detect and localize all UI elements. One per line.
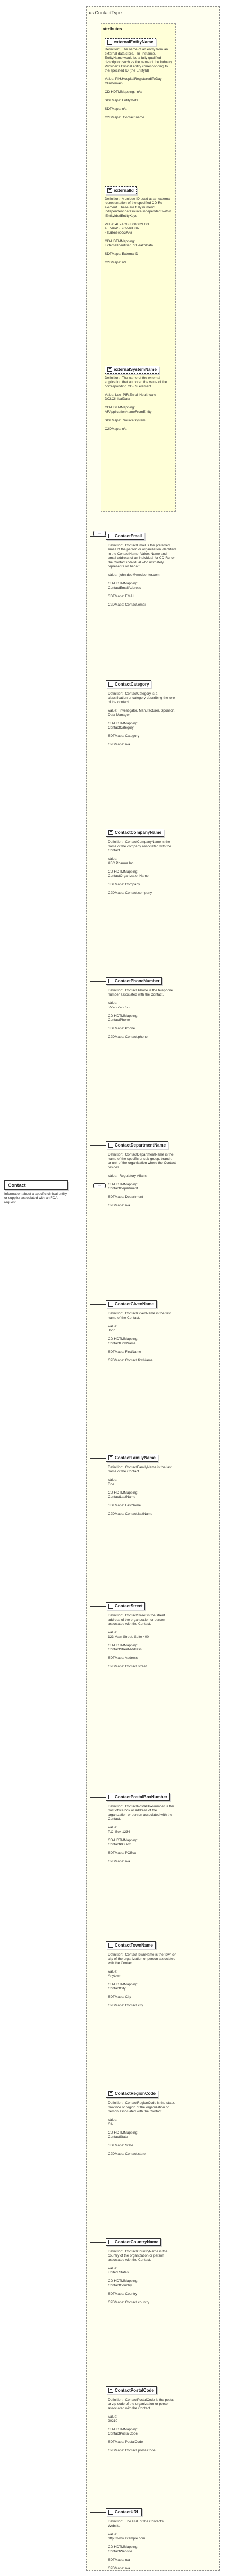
element-contactcategory[interactable]: + ContactCategory — [106, 680, 152, 689]
sequence-icon: ··· — [93, 1183, 106, 1188]
element-contactpostalboxnumber[interactable]: + ContactPostalBoxNumber — [106, 1793, 170, 1801]
expand-icon[interactable]: + — [108, 682, 113, 687]
element-contactphonenumber[interactable]: + ContactPhoneNumber — [106, 977, 162, 985]
expand-icon[interactable]: + — [108, 1455, 113, 1461]
element-doc: Definition: The URL of the Contact's Web… — [108, 2520, 164, 2570]
element-doc: Definition: ContactCategory is a classif… — [108, 692, 175, 747]
expand-icon[interactable]: + — [107, 367, 112, 372]
element-doc: Definition: ContactDepartmentName is the… — [108, 1153, 176, 1207]
element-doc: Definition: ContactGivenName is the firs… — [108, 1312, 171, 1362]
attribute-doc: Definition: The name of an entity from a… — [105, 48, 172, 119]
type-label: xs:ContactType — [89, 10, 122, 15]
element-doc: Definition: ContactStreet is the street … — [108, 1614, 165, 1668]
element-contacturl[interactable]: + ContactURL — [106, 2508, 142, 2517]
element-doc: Definition: Contact Phone is the telepho… — [108, 989, 174, 1039]
element-connector — [90, 2512, 106, 2513]
element-doc: Definition: ContactCountryName is the co… — [108, 2250, 168, 2304]
expand-icon[interactable]: + — [108, 1943, 113, 1948]
expand-icon[interactable]: + — [108, 2091, 113, 2097]
element-doc: Definition: ContactPostalBoxNumber is th… — [108, 1805, 174, 1863]
element-connector — [90, 1797, 106, 1798]
attribute-external-system-name[interactable]: + externalSystemName — [105, 366, 159, 374]
element-connector — [90, 1606, 106, 1607]
element-doc: Definition: ContactEmail is the preferre… — [108, 544, 176, 607]
element-doc: Definition: ContactTownName is the town … — [108, 1953, 176, 2007]
expand-icon[interactable]: + — [108, 534, 113, 539]
expand-icon[interactable]: + — [108, 2240, 113, 2245]
element-connector — [90, 2242, 106, 2243]
element-contactpostalcode[interactable]: + ContactPostalCode — [106, 2386, 157, 2395]
element-contactemail[interactable]: + ContactEmail — [106, 532, 145, 540]
element-contactfamilyname[interactable]: + ContactFamilyName — [106, 1454, 158, 1462]
root-doc: Information about a specific clinical en… — [4, 1192, 67, 1204]
element-contacttownname[interactable]: + ContactTownName — [106, 1941, 156, 1950]
attribute-external-entity-name[interactable]: + externalEntityName — [105, 38, 156, 47]
element-connector — [90, 1458, 106, 1459]
expand-icon[interactable]: + — [108, 1795, 113, 1800]
element-doc: Definition: ContactPostalCode is the pos… — [108, 2398, 175, 2453]
element-doc: Definition: ContactFamilyName is the las… — [108, 1465, 172, 1516]
attribute-doc: Definition: The name of the external app… — [105, 376, 167, 431]
expand-icon[interactable]: + — [108, 2388, 113, 2393]
expand-icon[interactable]: + — [108, 830, 113, 836]
expand-icon[interactable]: + — [108, 1143, 113, 1148]
attribute-external-id[interactable]: + externalId — [105, 186, 137, 195]
root-element: Contact Information about a specific cli… — [4, 1180, 68, 1205]
element-doc: Definition: ContactCompanyName is the na… — [108, 840, 171, 895]
element-contactcompanyname[interactable]: + ContactCompanyName — [106, 829, 165, 837]
contact-element[interactable]: Contact — [4, 1180, 68, 1190]
expand-icon[interactable]: + — [107, 40, 112, 45]
expand-icon[interactable]: + — [108, 979, 113, 984]
element-connector — [90, 1304, 106, 1305]
expand-icon[interactable]: + — [108, 1604, 113, 1609]
expand-icon[interactable]: + — [107, 188, 112, 193]
element-doc: Definition: ContactRegionCode is the sta… — [108, 2101, 175, 2156]
element-contactdepartmentname[interactable]: + ContactDepartmentName — [106, 1141, 169, 1150]
element-contactstreet[interactable]: + ContactStreet — [106, 1602, 146, 1611]
element-connector — [90, 536, 106, 537]
element-connector — [90, 981, 106, 982]
expand-icon[interactable]: + — [108, 1302, 113, 1307]
attributes-title: attributes — [103, 26, 122, 31]
expand-icon[interactable]: + — [108, 2510, 113, 2515]
sequence-icon: ··· — [93, 531, 106, 536]
element-contactregioncode[interactable]: + ContactRegionCode — [106, 2090, 158, 2098]
attribute-doc: Definition: A unique ID used as an exter… — [105, 197, 171, 264]
element-connector — [90, 1145, 106, 1146]
element-contactgivenname[interactable]: + ContactGivenName — [106, 1300, 157, 1309]
element-contactcountryname[interactable]: + ContactCountryName — [106, 2238, 161, 2246]
